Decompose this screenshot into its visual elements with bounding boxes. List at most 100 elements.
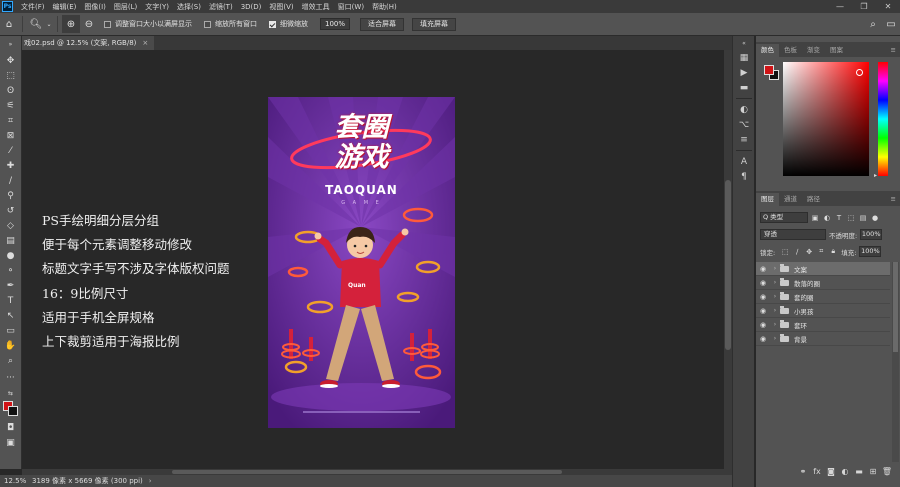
menu-view[interactable]: 视图(V) <box>265 2 297 12</box>
image-filter-icon[interactable]: ▣ <box>810 214 820 222</box>
adjustment-layer-icon[interactable]: ◐ <box>838 467 852 476</box>
scrollbar-thumb[interactable] <box>172 470 562 474</box>
paragraph-panel-icon[interactable]: ¶ <box>737 171 751 183</box>
panel-menu-icon[interactable]: ≡ <box>891 44 900 57</box>
tab-swatches[interactable]: 色板 <box>779 44 802 57</box>
pen-tool-icon[interactable]: ✒ <box>3 280 18 292</box>
lock-position-icon[interactable]: ✥ <box>804 248 814 256</box>
restore-button[interactable]: ❐ <box>852 2 876 11</box>
delete-layer-icon[interactable]: 🗑︎ <box>880 467 894 476</box>
actions-panel-icon[interactable]: ▶ <box>737 67 751 79</box>
menu-filter[interactable]: 滤镜(T) <box>205 2 237 12</box>
marquee-tool-icon[interactable]: ⬚ <box>3 70 18 82</box>
tab-channels[interactable]: 通道 <box>779 193 802 206</box>
layer-row[interactable]: ◉ › 小男孩 <box>756 304 890 318</box>
tab-patterns[interactable]: 图案 <box>825 44 848 57</box>
zoom-percent-field[interactable]: 100% <box>320 18 350 30</box>
eraser-tool-icon[interactable]: ◇ <box>3 220 18 232</box>
chevron-right-icon[interactable]: › <box>770 279 780 286</box>
opacity-field[interactable]: 100% <box>860 229 883 240</box>
properties-panel-icon[interactable]: ≡ <box>737 134 751 146</box>
hand-tool-icon[interactable]: ✋ <box>3 340 18 352</box>
fill-screen-button[interactable]: 填充屏幕 <box>412 17 456 31</box>
zoom-all-windows-checkbox[interactable]: 缩放所有窗口 <box>204 19 257 29</box>
resize-windows-checkbox[interactable]: 调整窗口大小以满屏显示 <box>104 19 192 29</box>
adjustment-filter-icon[interactable]: ◐ <box>822 214 832 222</box>
home-icon[interactable]: ⌂ <box>0 15 18 33</box>
close-tab-icon[interactable]: × <box>142 36 148 50</box>
visibility-eye-icon[interactable]: ◉ <box>756 279 770 287</box>
chevron-down-icon[interactable]: ⌄ <box>45 15 53 33</box>
layer-row[interactable]: ◉ › 散落的圈 <box>756 276 890 290</box>
close-window-button[interactable]: ✕ <box>876 2 900 11</box>
brush-settings-icon[interactable]: ⌥ <box>737 119 751 131</box>
minimize-button[interactable]: — <box>828 2 852 11</box>
layers-scrollbar[interactable] <box>892 262 899 462</box>
lock-all-icon[interactable]: 🔒︎ <box>828 247 838 256</box>
menu-type[interactable]: 文字(Y) <box>141 2 173 12</box>
poster-artwork[interactable]: Quan 套圈 游戏 TAOQUAN G A M E <box>268 97 455 428</box>
eyedropper-tool-icon[interactable]: ⁄ <box>3 145 18 157</box>
layer-row[interactable]: ◉ › 套环 <box>756 318 890 332</box>
collapse-icon[interactable]: « <box>737 38 751 50</box>
layer-row[interactable]: ◉ › 背景 <box>756 332 890 346</box>
chevron-right-icon[interactable]: › <box>770 307 780 314</box>
tab-paths[interactable]: 路径 <box>802 193 825 206</box>
color-picker-cursor[interactable] <box>856 69 863 76</box>
menu-help[interactable]: 帮助(H) <box>368 2 401 12</box>
zoom-in-icon[interactable]: ⊕ <box>62 15 80 33</box>
document-tab[interactable]: 戏02.psd @ 12.5% (文案, RGB/8) × <box>22 36 155 50</box>
chevron-right-icon[interactable]: › <box>770 293 780 300</box>
clone-stamp-tool-icon[interactable]: ⚲ <box>3 190 18 202</box>
smart-object-filter-icon[interactable]: ▤ <box>858 214 868 222</box>
status-zoom[interactable]: 12.5% <box>0 477 28 485</box>
hue-slider[interactable] <box>878 62 888 176</box>
menu-select[interactable]: 选择(S) <box>173 2 205 12</box>
color-panel-foreground[interactable] <box>764 65 774 75</box>
lock-artboard-icon[interactable]: ⌗ <box>816 247 826 256</box>
menu-edit[interactable]: 编辑(E) <box>49 2 81 12</box>
lasso-tool-icon[interactable]: ʘ <box>3 85 18 97</box>
chevron-right-icon[interactable]: › <box>770 335 780 342</box>
chevron-right-icon[interactable]: › <box>770 265 780 272</box>
visibility-eye-icon[interactable]: ◉ <box>756 321 770 329</box>
menu-layer[interactable]: 图层(L) <box>110 2 141 12</box>
move-tool-icon[interactable]: ✥ <box>3 55 18 67</box>
layer-row[interactable]: ◉ › 文案 <box>756 262 890 276</box>
new-group-icon[interactable]: ▬ <box>852 467 866 476</box>
shape-filter-icon[interactable]: ⬚ <box>846 214 856 222</box>
layer-filter-select[interactable]: Q 类型 <box>760 212 808 223</box>
magic-wand-tool-icon[interactable]: ⚟ <box>3 100 18 112</box>
color-saturation-field[interactable] <box>783 62 869 176</box>
character-panel-icon[interactable]: A <box>737 156 751 168</box>
tab-gradients[interactable]: 渐变 <box>802 44 825 57</box>
blend-mode-select[interactable]: 穿透 <box>760 229 826 240</box>
menu-window[interactable]: 窗口(W) <box>334 2 368 12</box>
crop-tool-icon[interactable]: ⌗ <box>3 115 18 127</box>
fill-field[interactable]: 100% <box>859 246 882 257</box>
hue-slider-handle[interactable]: ▸ <box>874 172 877 179</box>
visibility-eye-icon[interactable]: ◉ <box>756 307 770 315</box>
tab-layers[interactable]: 图层 <box>756 193 779 206</box>
visibility-eye-icon[interactable]: ◉ <box>756 293 770 301</box>
rectangle-tool-icon[interactable]: ▭ <box>3 325 18 337</box>
chevron-right-icon[interactable]: › <box>770 321 780 328</box>
adjustments-panel-icon[interactable]: ◐ <box>737 104 751 116</box>
zoom-tool-icon[interactable]: ⌕ <box>3 355 18 367</box>
healing-brush-tool-icon[interactable]: ✚ <box>3 160 18 172</box>
zoom-out-icon[interactable]: ⊖ <box>80 15 98 33</box>
background-color-swatch[interactable] <box>8 406 18 416</box>
workspace-icon[interactable]: ▭ <box>882 15 900 33</box>
link-layers-icon[interactable]: ⚭ <box>796 467 810 476</box>
search-icon[interactable]: ⌕ <box>864 15 882 33</box>
visibility-eye-icon[interactable]: ◉ <box>756 335 770 343</box>
quick-mask-icon[interactable]: ◘ <box>3 422 18 434</box>
menu-image[interactable]: 图像(I) <box>80 2 110 12</box>
layer-row[interactable]: ◉ › 套的圈 <box>756 290 890 304</box>
zoom-tool-icon[interactable]: 🔍︎ <box>27 15 45 33</box>
type-tool-icon[interactable]: T <box>3 295 18 307</box>
frame-tool-icon[interactable]: ⊠ <box>3 130 18 142</box>
type-filter-icon[interactable]: T <box>834 214 844 222</box>
path-selection-tool-icon[interactable]: ↖ <box>3 310 18 322</box>
lock-pixels-icon[interactable]: ⬚ <box>780 248 790 256</box>
